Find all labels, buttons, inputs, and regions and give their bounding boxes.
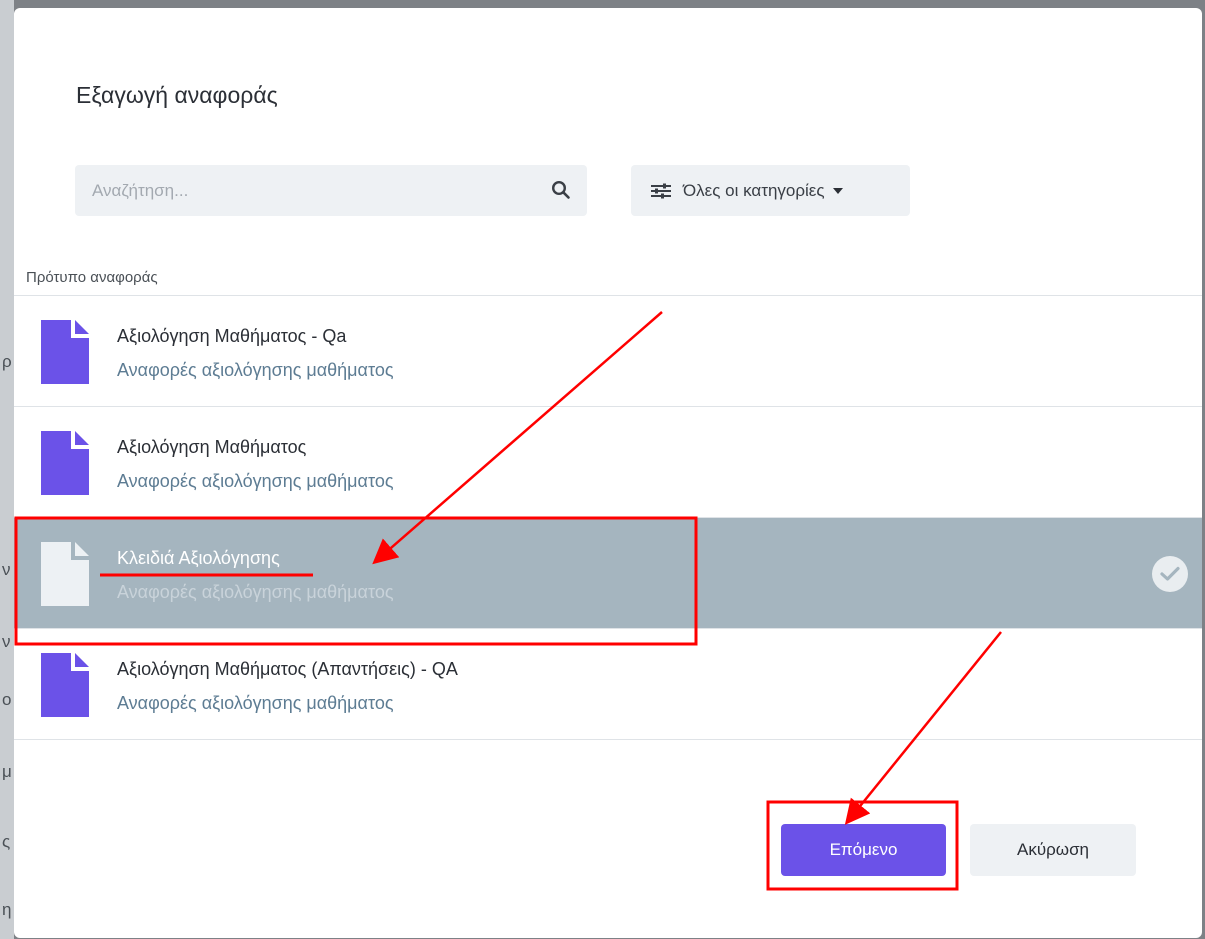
section-label: Πρότυπο αναφοράς xyxy=(26,269,158,286)
search-input[interactable] xyxy=(75,165,535,216)
category-filter-dropdown[interactable]: Όλες οι κατηγορίες xyxy=(631,165,910,216)
template-category: Αναφορές αξιολόγησης μαθήματος xyxy=(117,360,394,380)
document-icon xyxy=(41,320,89,384)
check-icon xyxy=(1152,556,1188,592)
background-page-edge: ρ ν ν ο μ ς η xyxy=(0,0,14,939)
dialog-title: Εξαγωγή αναφοράς xyxy=(76,82,278,108)
background-fragment: ν xyxy=(2,560,11,579)
background-fragment: μ xyxy=(2,762,12,781)
background-fragment: ο xyxy=(2,690,12,709)
document-icon xyxy=(41,542,89,606)
caret-down-icon xyxy=(832,187,843,194)
document-icon xyxy=(41,653,89,717)
template-list: Αξιολόγηση Μαθήματος - Qa Αναφορές αξιολ… xyxy=(14,295,1202,740)
template-category: Αναφορές αξιολόγησης μαθήματος xyxy=(117,471,394,491)
template-name: Αξιολόγηση Μαθήματος xyxy=(117,437,307,457)
next-button[interactable]: Επόμενο xyxy=(781,824,946,876)
search-icon[interactable] xyxy=(551,180,571,200)
background-fragment: ν xyxy=(2,632,11,651)
template-item[interactable]: Αξιολόγηση Μαθήματος (Απαντήσεις) - QA Α… xyxy=(14,629,1202,740)
template-item-selected[interactable]: Κλειδιά Αξιολόγησης Αναφορές αξιολόγησης… xyxy=(14,518,1202,629)
filter-label: Όλες οι κατηγορίες xyxy=(683,180,825,200)
sliders-icon xyxy=(651,183,671,198)
search-box xyxy=(75,165,587,216)
template-name: Κλειδιά Αξιολόγησης xyxy=(117,548,280,568)
export-report-dialog: Εξαγωγή αναφοράς Όλες οι κατηγορίες Πρότ… xyxy=(14,8,1202,938)
background-fragment: ρ xyxy=(2,352,12,371)
template-item[interactable]: Αξιολόγηση Μαθήματος Αναφορές αξιολόγηση… xyxy=(14,407,1202,518)
background-fragment: ς xyxy=(2,832,11,851)
template-name: Αξιολόγηση Μαθήματος (Απαντήσεις) - QA xyxy=(117,659,458,679)
background-fragment: η xyxy=(2,900,12,919)
cancel-button[interactable]: Ακύρωση xyxy=(970,824,1136,876)
document-icon xyxy=(41,431,89,495)
template-item[interactable]: Αξιολόγηση Μαθήματος - Qa Αναφορές αξιολ… xyxy=(14,296,1202,407)
template-category: Αναφορές αξιολόγησης μαθήματος xyxy=(117,582,394,602)
template-category: Αναφορές αξιολόγησης μαθήματος xyxy=(117,693,394,713)
template-name: Αξιολόγηση Μαθήματος - Qa xyxy=(117,326,347,346)
